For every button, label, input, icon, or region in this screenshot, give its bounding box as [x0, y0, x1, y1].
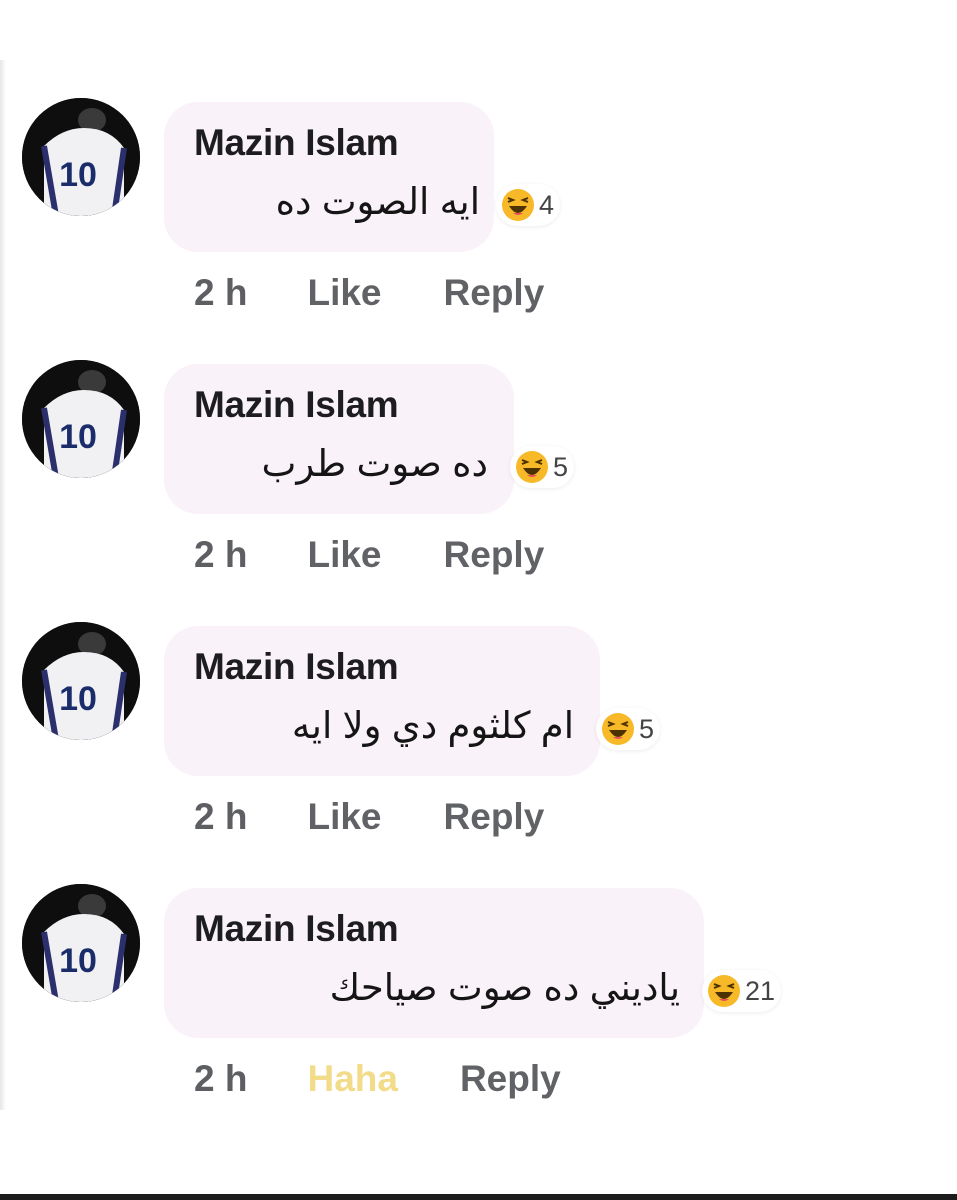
- haha-reaction-button[interactable]: Haha: [307, 1058, 397, 1100]
- jersey-avatar-icon: 10: [22, 884, 140, 1002]
- comment-text: ايه الصوت ده: [275, 181, 480, 222]
- reply-button[interactable]: Reply: [444, 534, 545, 576]
- author-name[interactable]: Mazin Islam: [194, 384, 399, 426]
- comment-text-line: ايه الصوت ده: [194, 180, 480, 230]
- reply-button[interactable]: Reply: [444, 796, 545, 838]
- jersey-number: 10: [59, 680, 97, 718]
- comment-time[interactable]: 2 h: [194, 272, 247, 314]
- avatar[interactable]: 10: [22, 360, 140, 478]
- comment-text: ده صوت طرب: [261, 443, 488, 484]
- reaction-badge[interactable]: 5: [510, 446, 575, 488]
- like-button[interactable]: Like: [307, 272, 381, 314]
- haha-icon: [516, 451, 548, 483]
- reaction-badge[interactable]: 5: [596, 708, 661, 750]
- comment-text: ياديني ده صوت صياحك: [329, 967, 680, 1008]
- jersey-avatar-icon: 10: [22, 360, 140, 478]
- jersey-number: 10: [59, 156, 97, 194]
- author-name[interactable]: Mazin Islam: [194, 908, 399, 950]
- jersey-avatar-icon: 10: [22, 622, 140, 740]
- comment-time[interactable]: 2 h: [194, 796, 247, 838]
- haha-icon: [708, 975, 740, 1007]
- like-button[interactable]: Like: [307, 534, 381, 576]
- comment-actions: 2 h Haha Reply: [194, 1058, 561, 1100]
- comment-text-line: ده صوت طرب: [194, 442, 488, 492]
- haha-icon: [502, 189, 534, 221]
- jersey-avatar-icon: 10: [22, 98, 140, 216]
- jersey-number: 10: [59, 942, 97, 980]
- reply-button[interactable]: Reply: [460, 1058, 561, 1100]
- like-button[interactable]: Like: [307, 796, 381, 838]
- haha-icon: [602, 713, 634, 745]
- avatar[interactable]: 10: [22, 884, 140, 1002]
- comment-text: ام كلثوم دي ولا ايه: [291, 705, 574, 746]
- author-name[interactable]: Mazin Islam: [194, 122, 399, 164]
- comment-text-line: ياديني ده صوت صياحك: [194, 966, 680, 1016]
- reply-button[interactable]: Reply: [444, 272, 545, 314]
- reaction-count: 5: [553, 451, 569, 482]
- comment-time[interactable]: 2 h: [194, 534, 247, 576]
- comment-actions: 2 h Like Reply: [194, 534, 544, 576]
- comment-text-line: ام كلثوم دي ولا ايه: [194, 704, 574, 754]
- reaction-badge[interactable]: 4: [496, 184, 561, 226]
- author-name[interactable]: Mazin Islam: [194, 646, 399, 688]
- comment-actions: 2 h Like Reply: [194, 796, 544, 838]
- comment-time[interactable]: 2 h: [194, 1058, 247, 1100]
- jersey-number: 10: [59, 418, 97, 456]
- frame-edge: [0, 60, 6, 1110]
- avatar[interactable]: 10: [22, 98, 140, 216]
- reaction-badge[interactable]: 21: [702, 970, 782, 1012]
- reaction-count: 21: [745, 975, 776, 1006]
- bottom-border: [0, 1194, 957, 1200]
- comment-actions: 2 h Like Reply: [194, 272, 544, 314]
- reaction-count: 4: [539, 189, 555, 220]
- reaction-count: 5: [639, 713, 655, 744]
- avatar[interactable]: 10: [22, 622, 140, 740]
